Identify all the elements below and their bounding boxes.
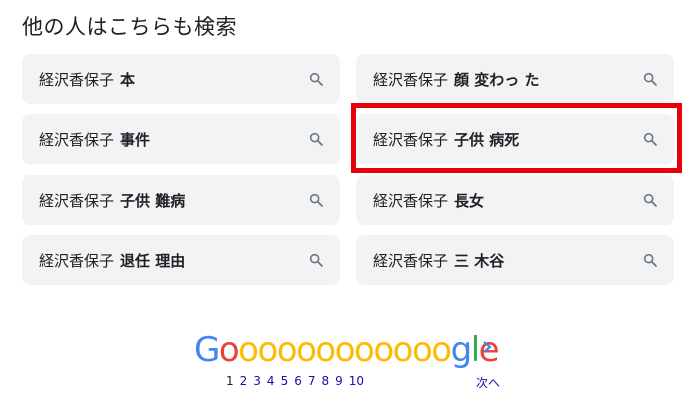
logo-letter: l <box>470 330 480 370</box>
logo-letter: o <box>296 330 317 370</box>
logo-letter: o <box>315 330 336 370</box>
page-link[interactable]: 4 <box>267 372 275 390</box>
logo-letter: o <box>392 330 414 370</box>
logo-letter: G <box>194 330 220 370</box>
logo-letter: o <box>334 330 356 370</box>
related-search-chip-6[interactable]: 経沢香保子 長女 <box>356 175 674 225</box>
page-link[interactable]: 9 <box>335 372 343 390</box>
related-search-chip-2[interactable]: 経沢香保子顔 変わっ た <box>356 54 674 104</box>
related-search-chip-1[interactable]: 経沢香保子本 <box>22 54 340 104</box>
chip-label: 経沢香保子 子供 難病 <box>39 191 186 210</box>
page-link[interactable]: 10 <box>349 372 364 390</box>
chip-label: 経沢香保子三 木谷 <box>373 251 505 270</box>
chip-label: 経沢香保子 事件 <box>39 130 151 149</box>
page-link[interactable]: 2 <box>240 372 248 390</box>
chip-label: 経沢香保子顔 変わっ た <box>373 70 540 89</box>
page-link[interactable]: 6 <box>294 372 302 390</box>
related-search-chip-8[interactable]: 経沢香保子三 木谷 <box>356 235 674 285</box>
current-page: 1 <box>226 374 234 388</box>
logo-letter: o <box>411 330 433 370</box>
search-icon <box>309 132 323 146</box>
related-searches-heading: 他の人はこちらも検索 <box>22 15 237 39</box>
search-icon <box>309 72 323 86</box>
next-page-link[interactable]: 次へ <box>476 374 500 391</box>
search-icon <box>309 253 323 267</box>
chip-label: 経沢香保子 退任 理由 <box>39 251 186 270</box>
related-search-chip-3[interactable]: 経沢香保子 事件 <box>22 114 340 164</box>
logo-letter: o <box>238 330 259 370</box>
logo-letter: o <box>218 330 240 370</box>
search-icon <box>309 193 323 207</box>
related-search-chip-7[interactable]: 経沢香保子 退任 理由 <box>22 235 340 285</box>
logo-letter: o <box>373 330 394 370</box>
search-icon <box>643 72 657 86</box>
related-search-chip-5[interactable]: 経沢香保子 子供 難病 <box>22 175 340 225</box>
page-link[interactable]: 7 <box>308 372 316 390</box>
google-pagination-logo: Goooooooooooogle <box>194 330 500 370</box>
logo-letter: o <box>354 330 375 370</box>
page-link[interactable]: 8 <box>321 372 329 390</box>
page-link[interactable]: 3 <box>253 372 261 390</box>
page-numbers: 1 2 3 4 5 6 7 8 9 10 <box>226 372 370 390</box>
search-icon <box>643 193 657 207</box>
search-icon <box>643 253 657 267</box>
logo-letter: g <box>450 330 473 370</box>
chevron-right-icon[interactable] <box>480 337 494 357</box>
logo-letter: o <box>276 330 298 370</box>
page-link[interactable]: 5 <box>281 372 289 390</box>
logo-letter: o <box>431 330 452 370</box>
chip-label: 経沢香保子本 <box>39 70 136 89</box>
logo-letter: o <box>257 330 278 370</box>
highlight-box <box>351 103 682 173</box>
chip-label: 経沢香保子 長女 <box>373 191 485 210</box>
